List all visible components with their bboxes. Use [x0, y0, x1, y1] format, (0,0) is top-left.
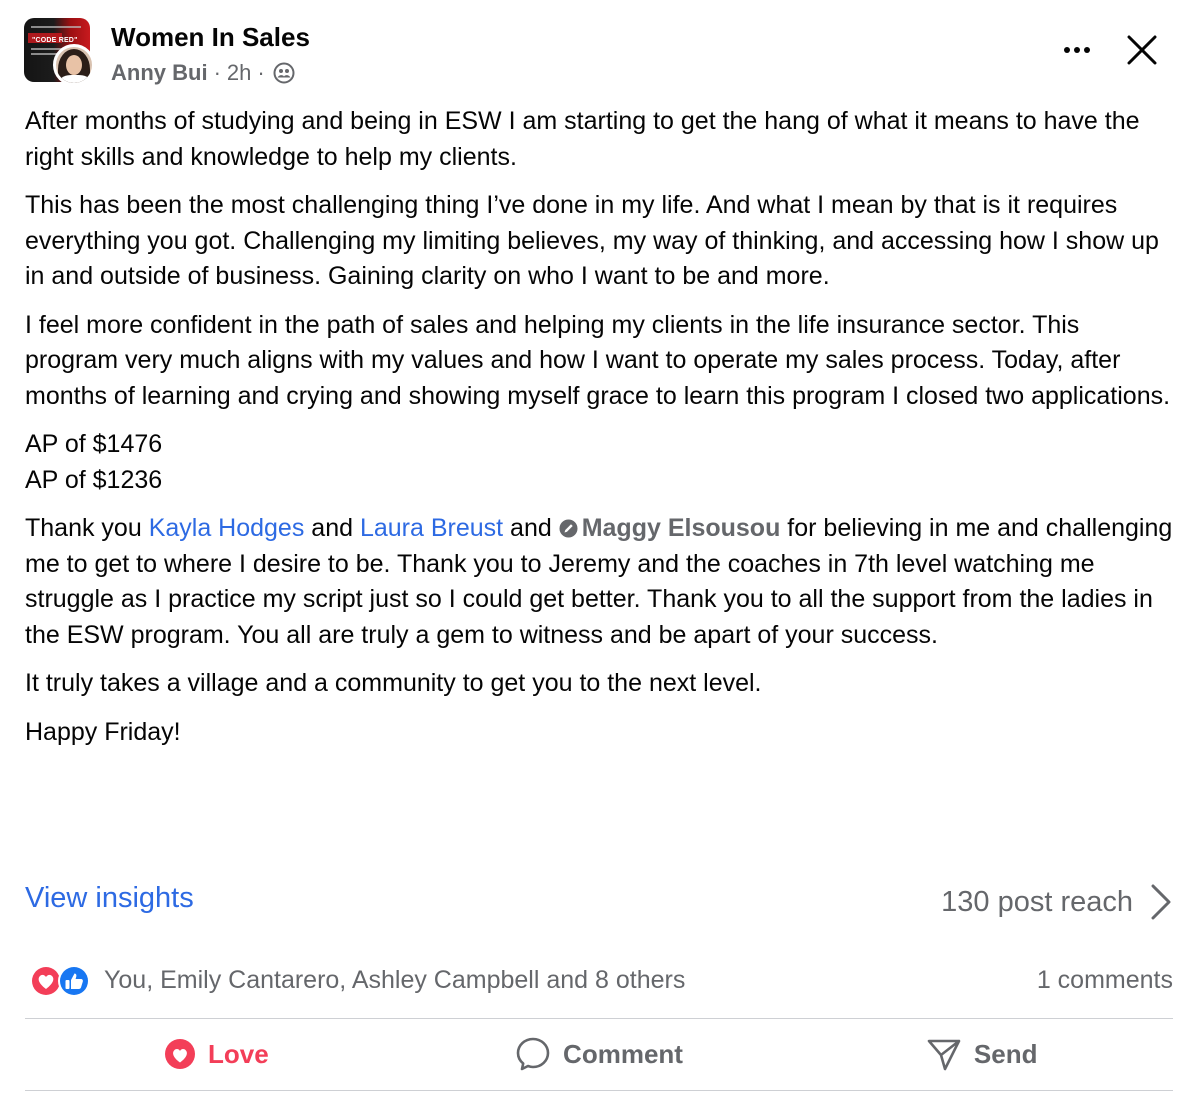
- send-icon: [927, 1039, 961, 1071]
- love-icon: [164, 1039, 195, 1069]
- view-insights-link[interactable]: View insights: [25, 882, 194, 915]
- comment-label: Comment: [563, 1038, 683, 1069]
- dot-icon: [1084, 47, 1090, 53]
- reaction-icons[interactable]: [28, 963, 98, 999]
- dot-icon: [1074, 47, 1080, 53]
- reactions-summary[interactable]: You, Emily Cantarero, Ashley Campbell an…: [104, 966, 685, 995]
- dot-icon: [1064, 47, 1070, 53]
- post-meta: Anny Bui · 2h ·: [111, 59, 295, 87]
- insights-row: View insights 130 post reach: [25, 878, 1175, 924]
- like-reaction-icon: [58, 965, 90, 997]
- post-paragraph: Thank you Kayla Hodges and Laura Breust …: [25, 511, 1175, 653]
- mention-link[interactable]: Kayla Hodges: [149, 514, 305, 542]
- group-audience-icon[interactable]: [273, 62, 295, 84]
- more-options-button[interactable]: [1057, 32, 1097, 68]
- post-reach-link[interactable]: 130 post reach: [941, 882, 1175, 922]
- comment-icon: [516, 1037, 550, 1071]
- post-paragraph: Happy Friday!: [25, 717, 181, 746]
- send-label: Send: [973, 1038, 1038, 1069]
- mention-link[interactable]: Maggy Elsousou: [582, 514, 781, 542]
- conjunction-text: and: [304, 514, 360, 542]
- post-paragraph: I feel more confident in the path of sal…: [25, 310, 1171, 410]
- avatar-face: [66, 55, 82, 75]
- love-button[interactable]: Love: [25, 1020, 408, 1088]
- post-header: "CODE RED" Women In Sales Anny Bui · 2h …: [0, 0, 1200, 100]
- meta-separator: ·: [257, 60, 265, 85]
- divider: [25, 1018, 1173, 1019]
- post-paragraph: AP of $1476 AP of $1236: [25, 427, 1175, 498]
- post-actions: Love Comment Send: [25, 1020, 1173, 1088]
- ap-line: AP of $1476: [25, 430, 163, 458]
- post-paragraph: It truly takes a village and a community…: [25, 669, 762, 697]
- love-label: Love: [207, 1038, 269, 1069]
- conjunction-text: and: [503, 514, 559, 542]
- post-body: After months of studying and being in ES…: [25, 104, 1175, 763]
- post-timestamp[interactable]: 2h: [227, 60, 251, 86]
- post-paragraph: After months of studying and being in ES…: [25, 107, 1140, 171]
- mention-link[interactable]: Laura Breust: [360, 514, 503, 542]
- comments-count-link[interactable]: 1 comments: [1037, 966, 1173, 995]
- group-name-link[interactable]: Women In Sales: [111, 22, 310, 53]
- post-reach-text: 130 post reach: [941, 885, 1133, 918]
- verified-badge-icon: [559, 519, 578, 538]
- divider: [25, 1090, 1173, 1091]
- author-name-link[interactable]: Anny Bui: [111, 60, 208, 86]
- close-icon: [1127, 35, 1157, 65]
- chevron-right-icon: [1151, 884, 1171, 920]
- love-reaction-icon: [30, 965, 62, 997]
- meta-separator: ·: [213, 60, 221, 85]
- group-avatar-line: [31, 26, 81, 28]
- thanks-text: Thank you: [25, 514, 149, 542]
- group-avatar-text: "CODE RED": [32, 37, 78, 44]
- author-avatar[interactable]: [53, 44, 95, 86]
- close-button[interactable]: [1122, 30, 1162, 70]
- post-paragraph: This has been the most challenging thing…: [25, 191, 1159, 290]
- send-button[interactable]: Send: [790, 1020, 1173, 1088]
- ap-line: AP of $1236: [25, 465, 163, 494]
- reactions-row: You, Emily Cantarero, Ashley Campbell an…: [25, 960, 1173, 1002]
- comment-button[interactable]: Comment: [408, 1020, 791, 1088]
- avatar-shirt: [60, 75, 90, 83]
